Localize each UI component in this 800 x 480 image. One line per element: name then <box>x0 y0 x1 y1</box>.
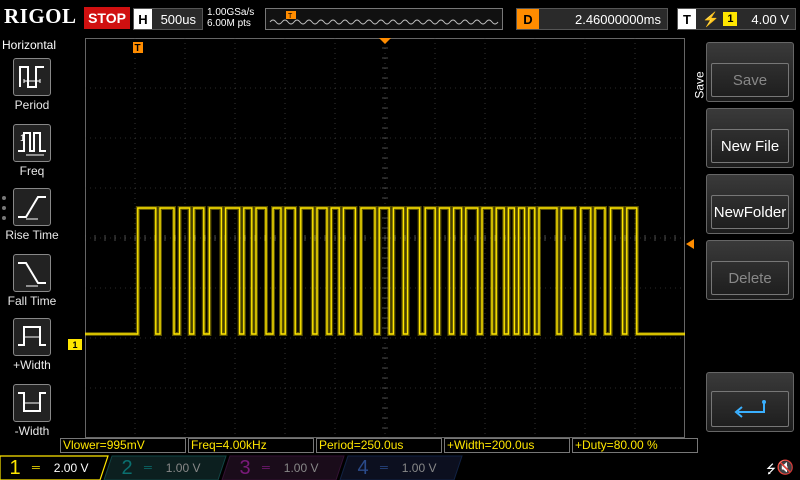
run-stop-badge[interactable]: STOP <box>84 7 130 29</box>
trigger-source: 1 <box>723 12 738 26</box>
delay-key: D <box>517 9 539 29</box>
dc-coupling-icon: ═ <box>144 462 152 474</box>
channel-scale: 2.00 V <box>53 461 89 475</box>
horizontal-key: H <box>134 9 152 29</box>
memory-depth: 6.00M pts <box>207 18 251 29</box>
measure-label: Period <box>14 98 50 112</box>
memory-overview-strip: T <box>265 8 503 30</box>
measure-label: -Width <box>14 424 50 438</box>
ch1-reference-marker[interactable]: 1 <box>68 339 82 350</box>
ch1-reference-label: 1 <box>72 339 78 350</box>
channel-status-bar: 1 ═ 2.00 V 2 ═ 1.00 V 3 ═ 1.00 V 4 ═ 1.0… <box>0 454 800 480</box>
freq-icon: 1 <box>13 124 51 162</box>
measure-rise-time[interactable]: Rise Time <box>4 188 60 242</box>
save-softkey[interactable]: Save <box>706 42 794 102</box>
menu-title: Save <box>692 71 707 99</box>
measure-label: Fall Time <box>7 294 57 308</box>
timebase-value: 500us <box>160 11 196 27</box>
delay-box[interactable]: D 2.46000000ms <box>516 8 668 30</box>
softkey-label: Save <box>711 63 789 97</box>
measure-label: +Width <box>13 358 51 372</box>
channel-number: 4 <box>357 456 369 479</box>
trigger-level: 4.00 V <box>751 11 789 27</box>
measure-plus-width[interactable]: +Width <box>4 318 60 372</box>
measure-label: Freq <box>19 164 45 178</box>
trigger-marker-label: T <box>135 43 141 54</box>
measure-minus-width[interactable]: -Width <box>4 384 60 438</box>
delay-value: 2.46000000ms <box>574 11 661 27</box>
top-status-bar: RIGOL STOP H 500us 1.00GSa/s 6.00M pts T… <box>0 0 800 36</box>
waveform-display[interactable]: T <box>85 38 685 438</box>
measurement-period[interactable]: Period=250.0us <box>316 438 442 453</box>
measurement-plus-duty[interactable]: +Duty=80.00 % <box>572 438 698 453</box>
measurement-plus-width[interactable]: +Width=200.0us <box>444 438 570 453</box>
measurement-freq[interactable]: Freq=4.00kHz <box>188 438 314 453</box>
svg-text:1: 1 <box>20 133 25 143</box>
fall-time-icon <box>13 254 51 292</box>
acquisition-info: 1.00GSa/s 6.00M pts <box>207 7 254 29</box>
rise-time-icon <box>13 188 51 226</box>
measure-fall-time[interactable]: Fall Time <box>4 254 60 308</box>
memory-overview-graphic: T <box>269 11 499 25</box>
new-file-softkey[interactable]: New File <box>706 108 794 168</box>
return-softkey[interactable] <box>706 372 794 432</box>
softkey-label: New File <box>711 129 789 163</box>
trigger-key: T <box>678 9 696 29</box>
speaker-mute-icon[interactable]: 🔇 <box>777 459 794 476</box>
plus-width-icon <box>13 318 51 356</box>
measurement-vlower[interactable]: Vlower=995mV <box>60 438 186 453</box>
trigger-position-marker: T <box>133 42 143 54</box>
trigger-box[interactable]: T ⚡ 1 4.00 V <box>677 8 796 30</box>
svg-text:T: T <box>288 13 293 20</box>
horizontal-center-marker <box>379 38 391 44</box>
measure-freq[interactable]: 1 Freq <box>4 124 60 178</box>
channel-scale: 1.00 V <box>401 461 437 475</box>
dc-coupling-icon: ═ <box>380 462 388 474</box>
channel-number: 3 <box>239 456 251 479</box>
rising-edge-icon: ⚡ <box>702 10 720 27</box>
sample-rate: 1.00GSa/s <box>207 7 255 18</box>
channel-3-status[interactable]: 3 ═ 1.00 V <box>234 456 319 480</box>
channel-1-status[interactable]: 1 ═ 2.00 V <box>4 456 89 480</box>
trigger-level-marker[interactable] <box>686 239 694 249</box>
channel-scale: 1.00 V <box>283 461 319 475</box>
softkey-label: Delete <box>711 261 789 295</box>
dc-coupling-icon: ═ <box>262 462 270 474</box>
softkey-label: NewFolder <box>711 195 789 229</box>
measurement-results-bar: Vlower=995mV Freq=4.00kHz Period=250.0us… <box>60 438 700 454</box>
save-menu-panel: Save Save New File NewFolder Delete <box>693 36 800 452</box>
dc-coupling-icon: ═ <box>32 462 40 474</box>
brand-logo: RIGOL <box>4 4 77 28</box>
measure-label: Rise Time <box>5 228 59 242</box>
horizontal-measure-panel: Horizontal Period 1 Freq Rise Time Fall … <box>0 36 62 452</box>
channel-number: 2 <box>121 456 133 479</box>
channel-scale: 1.00 V <box>165 461 201 475</box>
new-folder-softkey[interactable]: NewFolder <box>706 174 794 234</box>
return-arrow-icon <box>711 391 789 427</box>
channel-4-status[interactable]: 4 ═ 1.00 V <box>352 456 437 480</box>
channel-2-status[interactable]: 2 ═ 1.00 V <box>116 456 201 480</box>
panel-title: Horizontal <box>2 38 57 52</box>
timebase-box[interactable]: H 500us <box>133 8 203 30</box>
measure-period[interactable]: Period <box>4 58 60 112</box>
usb-icon: ⭍ <box>766 462 776 476</box>
minus-width-icon <box>13 384 51 422</box>
period-icon <box>13 58 51 96</box>
delete-softkey[interactable]: Delete <box>706 240 794 300</box>
channel-number: 1 <box>9 456 21 479</box>
